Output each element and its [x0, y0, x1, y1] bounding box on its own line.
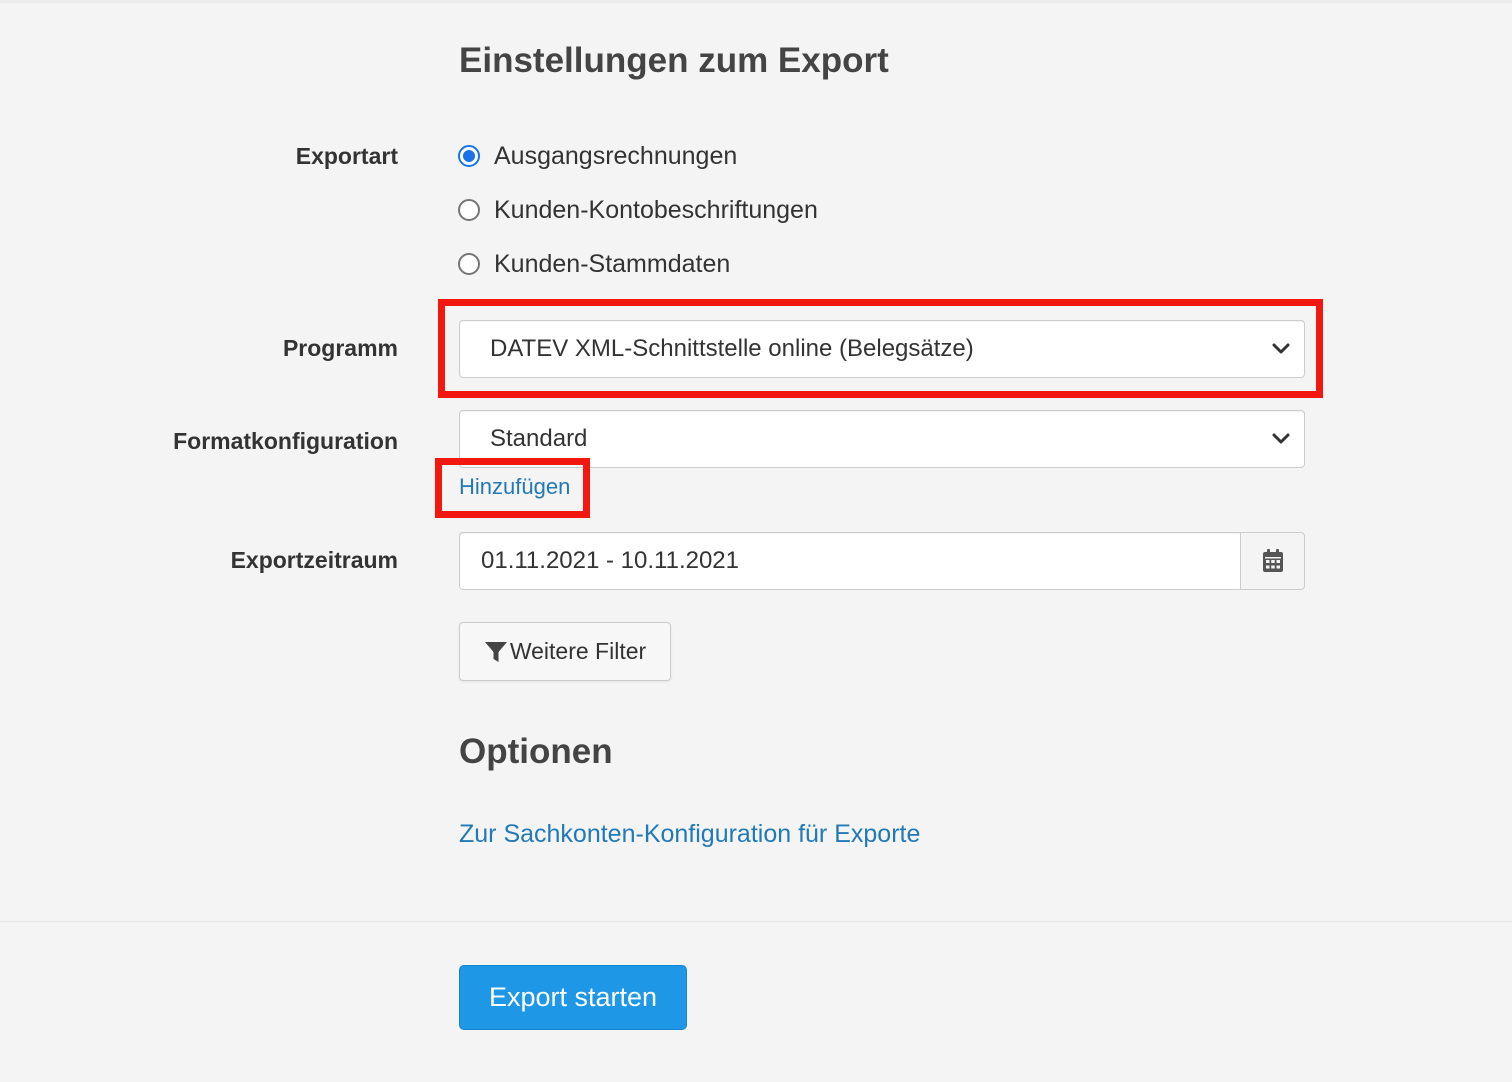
- radio-option-kunden-kontobeschriftungen[interactable]: Kunden-Kontobeschriftungen: [458, 195, 818, 225]
- footer-divider: [0, 921, 1512, 922]
- options-heading: Optionen: [459, 732, 613, 771]
- page-title: Einstellungen zum Export: [459, 41, 889, 80]
- date-range-group: 01.11.2021 - 10.11.2021: [459, 532, 1305, 590]
- program-select-value: DATEV XML-Schnittstelle online (Belegsät…: [490, 335, 974, 362]
- export-period-label: Exportzeitraum: [230, 547, 398, 573]
- date-range-value: 01.11.2021 - 10.11.2021: [481, 547, 739, 574]
- program-select[interactable]: DATEV XML-Schnittstelle online (Belegsät…: [459, 320, 1305, 378]
- chevron-down-icon: [1272, 343, 1290, 354]
- radio-unchecked-icon[interactable]: [458, 199, 480, 221]
- add-format-config-link[interactable]: Hinzufügen: [459, 476, 570, 498]
- radio-label: Kunden-Kontobeschriftungen: [494, 195, 818, 224]
- top-edge: [0, 0, 1512, 3]
- radio-checked-icon[interactable]: [458, 145, 480, 167]
- chevron-down-icon: [1272, 433, 1290, 444]
- program-label: Programm: [282, 335, 398, 361]
- date-range-input[interactable]: 01.11.2021 - 10.11.2021: [459, 532, 1240, 590]
- format-config-select-value: Standard: [490, 425, 588, 452]
- calendar-icon: [1262, 549, 1283, 572]
- filter-icon: [484, 641, 507, 662]
- format-config-select[interactable]: Standard: [459, 410, 1305, 468]
- radio-option-kunden-stammdaten[interactable]: Kunden-Stammdaten: [458, 249, 730, 279]
- start-export-button[interactable]: Export starten: [459, 965, 687, 1030]
- radio-label: Kunden-Stammdaten: [494, 249, 731, 278]
- format-config-label: Formatkonfiguration: [173, 428, 398, 454]
- start-export-label: Export starten: [488, 982, 658, 1012]
- radio-option-ausgangsrechnungen[interactable]: Ausgangsrechnungen: [458, 141, 737, 171]
- more-filters-button[interactable]: Weitere Filter: [459, 622, 671, 681]
- export-type-label: Exportart: [295, 143, 398, 169]
- account-config-link[interactable]: Zur Sachkonten-Konfiguration für Exporte: [459, 822, 920, 847]
- radio-label: Ausgangsrechnungen: [494, 141, 738, 170]
- radio-unchecked-icon[interactable]: [458, 253, 480, 275]
- more-filters-label: Weitere Filter: [509, 638, 647, 664]
- calendar-button[interactable]: [1240, 532, 1305, 590]
